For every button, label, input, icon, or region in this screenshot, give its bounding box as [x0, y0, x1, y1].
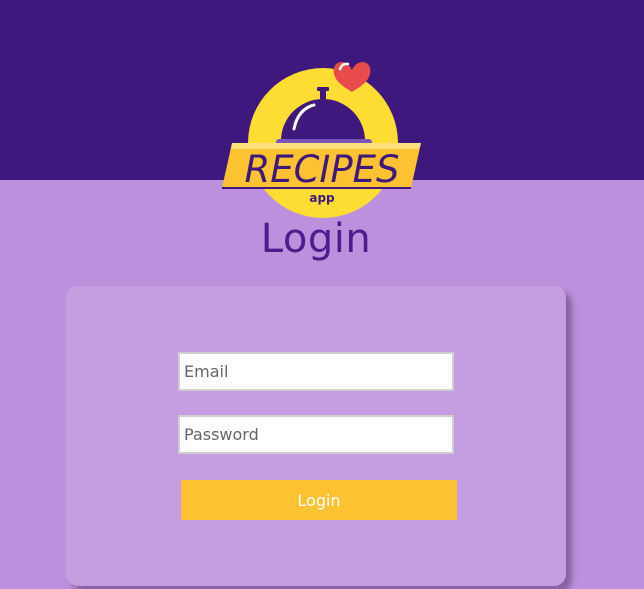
password-field[interactable] [178, 415, 454, 454]
logo-graphic: RECIPES app [222, 62, 421, 218]
logo-sub-text: app [309, 191, 335, 205]
recipes-app-logo: RECIPES app [220, 55, 425, 225]
logo-brand-text: RECIPES [244, 148, 399, 191]
login-button[interactable]: Login [181, 480, 457, 520]
login-page: RECIPES app Login Login [0, 0, 644, 589]
page-title: Login [260, 216, 372, 262]
email-field[interactable] [178, 352, 454, 391]
